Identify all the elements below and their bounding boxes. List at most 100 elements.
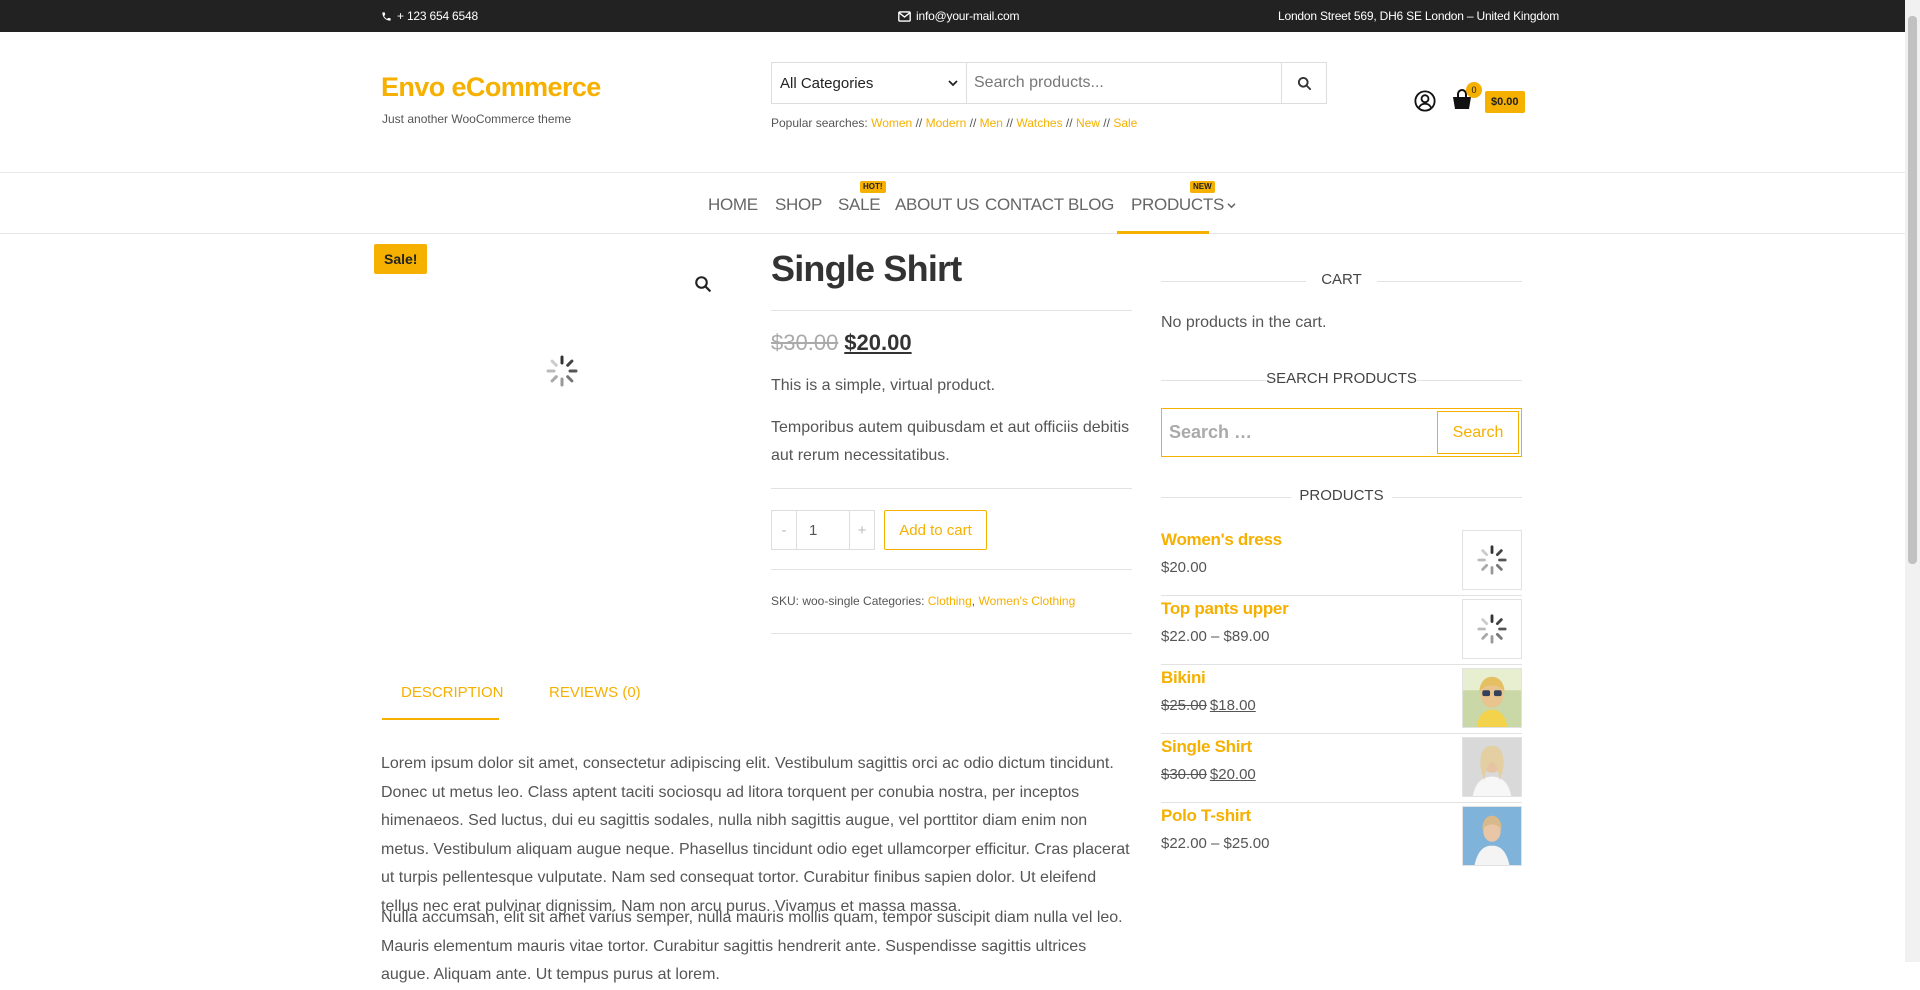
product-list-item[interactable]: Top pants upper $22.00 – $89.00 (1161, 599, 1522, 665)
nav-products[interactable]: PRODUCTS (1131, 195, 1236, 215)
widget-cart-title-text: CART (1321, 271, 1362, 288)
product-short-description: This is a simple, virtual product. (771, 377, 996, 394)
product-photo-icon (1463, 738, 1521, 796)
product-list-thumbnail[interactable] (1462, 806, 1522, 866)
category-select[interactable]: All Categories (772, 63, 967, 103)
nav-about-us[interactable]: ABOUT US (895, 195, 980, 215)
search-button[interactable] (1281, 63, 1326, 103)
widget-products-title-text: PRODUCTS (1299, 487, 1384, 504)
add-to-cart-button[interactable]: Add to cart (884, 510, 987, 550)
qty-input[interactable]: 1 (797, 511, 849, 549)
product-list-name[interactable]: Women's dress (1161, 530, 1282, 550)
nav-blog[interactable]: BLOG (1068, 195, 1114, 215)
topbar-email[interactable]: info@your-mail.com (898, 9, 1019, 23)
popular-link-women[interactable]: Women (871, 116, 912, 130)
title-line (1377, 281, 1522, 282)
product-title: Single Shirt (771, 248, 962, 289)
nav-shop[interactable]: SHOP (775, 195, 822, 215)
main-navigation: HOME SHOP SALE HOT! ABOUT US CONTACT BLO… (0, 172, 1905, 234)
product-photo-icon (1463, 669, 1521, 727)
cart-total-badge[interactable]: $0.00 (1485, 91, 1525, 113)
popular-sep: // (969, 116, 977, 130)
divider (771, 310, 1132, 311)
zoom-icon (695, 276, 711, 292)
site-title[interactable]: Envo eCommerce (381, 72, 601, 103)
product-list-name[interactable]: Bikini (1161, 668, 1206, 688)
product-list-thumbnail[interactable] (1462, 530, 1522, 590)
qty-plus-button[interactable]: + (849, 511, 874, 549)
topbar-address: London Street 569, DH6 SE London – Unite… (1278, 9, 1560, 23)
category-link-womens-clothing[interactable]: Women's Clothing (978, 594, 1075, 608)
product-meta-prefix: SKU: woo-single Categories: (771, 594, 925, 608)
gallery-image-loading (545, 354, 579, 393)
spinner-icon (1477, 614, 1507, 644)
product-sale-price: $20.00 (844, 330, 912, 355)
popular-link-modern[interactable]: Modern (926, 116, 967, 130)
widget-cart-title: CART (1161, 271, 1522, 288)
chevron-down-icon (948, 80, 958, 87)
title-line (1392, 497, 1522, 498)
product-old-price: $30.00 (771, 330, 839, 355)
nav-active-indicator (1117, 231, 1209, 234)
description-paragraph-1: Lorem ipsum dolor sit amet, consectetur … (381, 755, 1130, 915)
product-list-name[interactable]: Single Shirt (1161, 737, 1252, 757)
product-list-price: $20.00 (1161, 559, 1207, 576)
topbar-phone[interactable]: + 123 654 6548 (381, 9, 478, 23)
tab-reviews[interactable]: REVIEWS (0) (549, 684, 641, 701)
product-list-item[interactable]: Polo T-shirt $22.00 – $25.00 (1161, 806, 1522, 872)
popular-label: Popular searches: (771, 116, 868, 130)
topbar-email-text: info@your-mail.com (916, 9, 1020, 23)
account-link[interactable] (1414, 90, 1436, 117)
category-sep: , (971, 594, 976, 608)
title-line (1161, 380, 1266, 381)
product-list-item[interactable]: Women's dress $20.00 (1161, 530, 1522, 596)
title-line (1161, 281, 1306, 282)
divider (771, 633, 1132, 634)
product-list-sale-price: $20.00 (1209, 766, 1256, 783)
search-icon (1297, 76, 1311, 90)
search-input[interactable]: Search products... (967, 63, 1281, 103)
product-list-name[interactable]: Top pants upper (1161, 599, 1289, 619)
popular-link-watches[interactable]: Watches (1016, 116, 1062, 130)
category-link-clothing[interactable]: Clothing (928, 594, 972, 608)
product-list-price: $25.00 $18.00 (1161, 697, 1256, 714)
popular-sep: // (1065, 116, 1073, 130)
widget-products-title: PRODUCTS (1161, 487, 1522, 504)
nav-contact[interactable]: CONTACT (985, 195, 1064, 215)
product-short-description-2: Temporibus autem quibusdam et aut offici… (771, 419, 1130, 464)
product-list-name[interactable]: Polo T-shirt (1161, 806, 1251, 826)
nav-products-label: PRODUCTS (1131, 195, 1224, 214)
nav-sale[interactable]: SALE (838, 195, 881, 215)
product-list-price: $22.00 – $89.00 (1161, 628, 1270, 645)
sidebar-search-input[interactable]: Search … (1162, 422, 1437, 443)
sidebar-search-button[interactable]: Search (1437, 411, 1519, 454)
popular-link-sale[interactable]: Sale (1113, 116, 1137, 130)
quantity-stepper: - 1 + (771, 510, 875, 550)
site-tagline: Just another WooCommerce theme (382, 112, 572, 126)
widget-search-title: SEARCH PRODUCTS (1161, 370, 1522, 387)
popular-sep: // (1006, 116, 1013, 130)
popular-searches: Popular searches: Women // Modern // Men… (771, 116, 1137, 130)
popular-link-men[interactable]: Men (980, 116, 1003, 130)
popular-sep: // (915, 116, 923, 130)
product-list-old-price: $30.00 (1161, 766, 1207, 783)
nav-home[interactable]: HOME (708, 195, 758, 215)
spinner-icon (1477, 545, 1507, 575)
product-price: $30.00 $20.00 (771, 330, 912, 356)
category-select-value: All Categories (780, 74, 874, 92)
popular-link-new[interactable]: New (1076, 116, 1100, 130)
qty-minus-button[interactable]: - (772, 511, 797, 549)
chevron-down-icon (1227, 202, 1236, 208)
title-line (1161, 497, 1291, 498)
product-list-thumbnail[interactable] (1462, 599, 1522, 659)
topbar-phone-text: + 123 654 6548 (397, 9, 478, 23)
tab-description[interactable]: DESCRIPTION (401, 684, 504, 701)
user-icon (1414, 90, 1436, 112)
product-list-thumbnail[interactable] (1462, 737, 1522, 797)
product-list-thumbnail[interactable] (1462, 668, 1522, 728)
page-scrollbar-thumb[interactable] (1908, 16, 1917, 564)
product-list-item[interactable]: Single Shirt $30.00 $20.00 (1161, 737, 1522, 803)
spinner-icon (546, 355, 578, 387)
gallery-zoom-trigger[interactable] (694, 275, 712, 298)
product-list-item[interactable]: Bikini $25.00 $18.00 (1161, 668, 1522, 734)
